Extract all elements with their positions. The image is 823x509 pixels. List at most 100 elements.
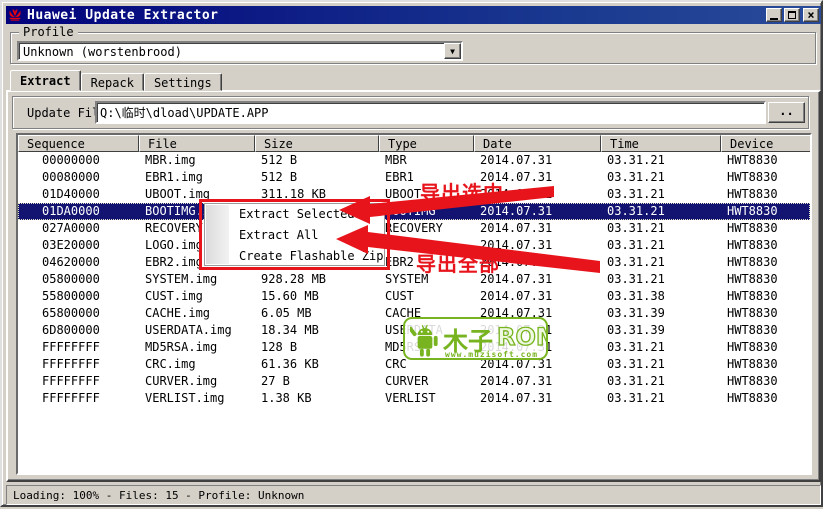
table-body: 00000000MBR.img512 BMBR2014.07.3103.31.2… bbox=[18, 152, 810, 407]
cell: 61.36 KB bbox=[255, 356, 379, 373]
cell: 512 B bbox=[255, 169, 379, 186]
cell: 00080000 bbox=[18, 169, 139, 186]
cell: 03.31.21 bbox=[601, 203, 721, 220]
table-row[interactable]: FFFFFFFFVERLIST.img1.38 KBVERLIST2014.07… bbox=[18, 390, 810, 407]
cell: FFFFFFFF bbox=[18, 339, 139, 356]
cell: CUST.img bbox=[139, 288, 255, 305]
cell: HWT8830 bbox=[721, 237, 812, 254]
menu-item-extract-all[interactable]: Extract All bbox=[205, 225, 384, 246]
maximize-button[interactable] bbox=[784, 8, 800, 22]
cell: 05800000 bbox=[18, 271, 139, 288]
cell: 65800000 bbox=[18, 305, 139, 322]
cell: 2014.07.31 bbox=[474, 203, 601, 220]
cell: HWT8830 bbox=[721, 220, 812, 237]
cell: 03.31.21 bbox=[601, 220, 721, 237]
title-bar: Huawei Update Extractor × bbox=[6, 6, 821, 24]
close-button[interactable]: × bbox=[803, 8, 819, 22]
context-menu-items: Extract SelectedExtract AllCreate Flasha… bbox=[205, 204, 384, 267]
table-row[interactable]: 05800000SYSTEM.img928.28 MBSYSTEM2014.07… bbox=[18, 271, 810, 288]
cell: 03.31.21 bbox=[601, 390, 721, 407]
cell: HWT8830 bbox=[721, 271, 812, 288]
table-row[interactable]: 027A0000RECOVERY.imgRECOVERY2014.07.3103… bbox=[18, 220, 810, 237]
cell: 311.18 KB bbox=[255, 186, 379, 203]
update-file-input[interactable] bbox=[95, 101, 766, 124]
cell: 6.05 MB bbox=[255, 305, 379, 322]
cell: CRC.img bbox=[139, 356, 255, 373]
column-header-date[interactable]: Date bbox=[474, 135, 601, 152]
cell: VERLIST bbox=[379, 390, 474, 407]
cell: 03.31.21 bbox=[601, 186, 721, 203]
cell: 03.31.21 bbox=[601, 356, 721, 373]
cell: SYSTEM bbox=[379, 271, 474, 288]
cell: 18.34 MB bbox=[255, 322, 379, 339]
cell: 03.31.21 bbox=[601, 271, 721, 288]
watermark-badge: 木子 ROM www.muzisoft.com bbox=[403, 317, 548, 360]
cell: 03.31.38 bbox=[601, 288, 721, 305]
cell: 27 B bbox=[255, 373, 379, 390]
table-row[interactable]: FFFFFFFFCURVER.img27 BCURVER2014.07.3103… bbox=[18, 373, 810, 390]
cell: 928.28 MB bbox=[255, 271, 379, 288]
table-row[interactable]: 01D40000UBOOT.img311.18 KBUBOOT2014.07.3… bbox=[18, 186, 810, 203]
cell: VERLIST.img bbox=[139, 390, 255, 407]
cell: 2014.07.31 bbox=[474, 254, 601, 271]
menu-item-extract-selected[interactable]: Extract Selected bbox=[205, 204, 384, 225]
cell: LOGO bbox=[379, 237, 474, 254]
cell: 2014.07.31 bbox=[474, 169, 601, 186]
cell: 2014.07.31 bbox=[474, 220, 601, 237]
cell: CURVER bbox=[379, 373, 474, 390]
cell: 03.31.21 bbox=[601, 169, 721, 186]
status-text: Loading: 100% - Files: 15 - Profile: Unk… bbox=[13, 489, 304, 502]
cell: 2014.07.31 bbox=[474, 288, 601, 305]
tab-repack[interactable]: Repack bbox=[81, 73, 144, 91]
table-row[interactable]: 04620000EBR2.imgEBR22014.07.3103.31.21HW… bbox=[18, 254, 810, 271]
close-icon: × bbox=[807, 9, 814, 21]
cell: 1.38 KB bbox=[255, 390, 379, 407]
huawei-logo-icon[interactable] bbox=[8, 8, 22, 22]
cell: 03.31.39 bbox=[601, 305, 721, 322]
window-title: Huawei Update Extractor bbox=[27, 8, 219, 23]
column-header-sequence[interactable]: Sequence bbox=[18, 135, 139, 152]
table-row[interactable]: 03E20000LOGO.imgLOGO2014.07.3103.31.21HW… bbox=[18, 237, 810, 254]
combobox-dropdown-button[interactable]: ▼ bbox=[444, 43, 461, 59]
cell: HWT8830 bbox=[721, 203, 812, 220]
tab-settings[interactable]: Settings bbox=[144, 73, 222, 91]
watermark-rom-text: ROM bbox=[497, 323, 548, 351]
cell: 15.60 MB bbox=[255, 288, 379, 305]
table-row[interactable]: 00080000EBR1.img512 BEBR12014.07.3103.31… bbox=[18, 169, 810, 186]
cell: HWT8830 bbox=[721, 254, 812, 271]
cell: 03.31.39 bbox=[601, 322, 721, 339]
profile-value: Unknown (worstenbrood) bbox=[23, 45, 182, 59]
profile-combobox[interactable]: Unknown (worstenbrood) ▼ bbox=[17, 41, 463, 61]
cell: 2014.07.31 bbox=[474, 237, 601, 254]
cell: 128 B bbox=[255, 339, 379, 356]
minimize-button[interactable] bbox=[766, 8, 782, 22]
profile-label: Profile bbox=[19, 25, 78, 39]
cell: HWT8830 bbox=[721, 322, 812, 339]
menu-item-create-flashable-zip[interactable]: Create Flashable Zip bbox=[205, 246, 384, 267]
cell: MBR bbox=[379, 152, 474, 169]
cell: FFFFFFFF bbox=[18, 390, 139, 407]
browse-button[interactable]: .. bbox=[768, 102, 805, 123]
table-row[interactable]: 00000000MBR.img512 BMBR2014.07.3103.31.2… bbox=[18, 152, 810, 169]
column-header-file[interactable]: File bbox=[139, 135, 255, 152]
column-header-size[interactable]: Size bbox=[255, 135, 379, 152]
cell: 512 B bbox=[255, 152, 379, 169]
minimize-icon bbox=[770, 18, 778, 20]
cell: MD5RSA.img bbox=[139, 339, 255, 356]
table-row[interactable]: 01DA0000BOOTIMG.imgBOOTIMG2014.07.3103.3… bbox=[18, 203, 810, 220]
cell: UBOOT bbox=[379, 186, 474, 203]
android-robot-icon bbox=[410, 323, 440, 358]
tab-extract[interactable]: Extract bbox=[10, 70, 81, 91]
column-header-type[interactable]: Type bbox=[379, 135, 474, 152]
cell: 04620000 bbox=[18, 254, 139, 271]
table-row[interactable]: 55800000CUST.img15.60 MBCUST2014.07.3103… bbox=[18, 288, 810, 305]
cell: CUST bbox=[379, 288, 474, 305]
cell: HWT8830 bbox=[721, 373, 812, 390]
column-header-time[interactable]: Time bbox=[601, 135, 721, 152]
cell: 2014.07.31 bbox=[474, 390, 601, 407]
window-controls: × bbox=[764, 8, 819, 22]
cell: 55800000 bbox=[18, 288, 139, 305]
cell: 2014.07.31 bbox=[474, 186, 601, 203]
column-header-device[interactable]: Device bbox=[721, 135, 812, 152]
cell: EBR1.img bbox=[139, 169, 255, 186]
